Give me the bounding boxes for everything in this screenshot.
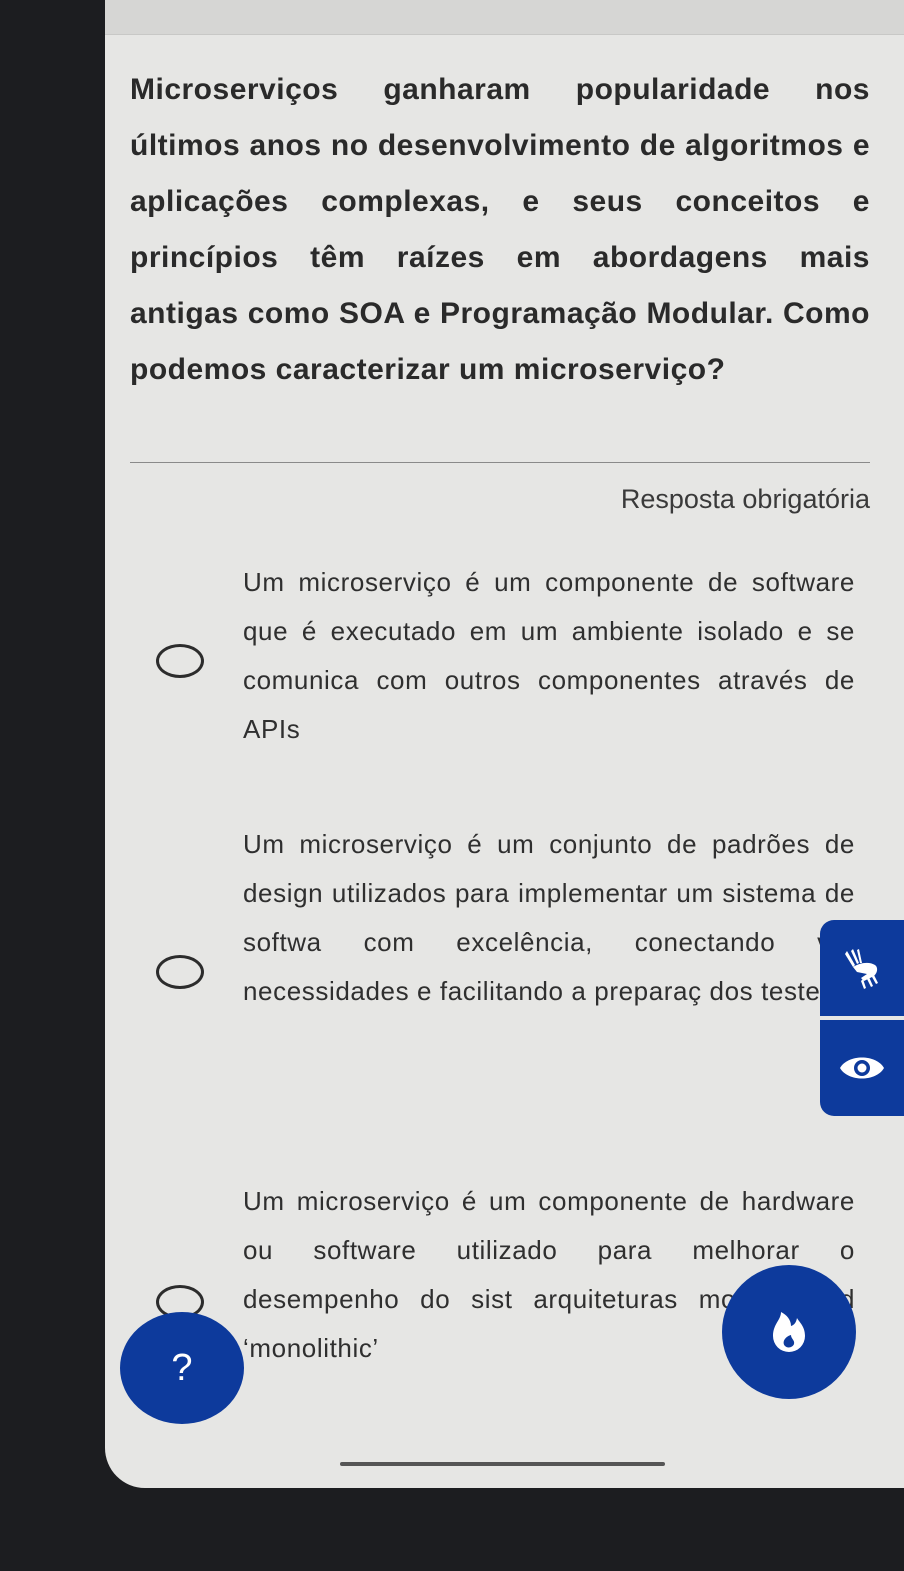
eye-icon <box>840 1057 884 1079</box>
option-label: Um microserviço é um conjunto de padrões… <box>243 829 855 1006</box>
help-icon: ? <box>171 1346 193 1389</box>
option-label: Um microserviço é um componente de softw… <box>243 567 855 744</box>
divider <box>130 462 870 463</box>
visibility-button[interactable] <box>820 1020 904 1116</box>
radio-button[interactable] <box>156 644 204 678</box>
home-indicator <box>340 1462 665 1466</box>
option-2[interactable]: Um microserviço é um conjunto de padrões… <box>130 820 870 1110</box>
help-button[interactable]: ? <box>120 1312 244 1424</box>
question-text: Microserviços ganharam popularidade nos … <box>130 73 870 386</box>
accessibility-panel <box>820 920 904 1116</box>
option-1[interactable]: Um microserviço é um componente de softw… <box>130 558 870 758</box>
radio-button[interactable] <box>156 955 204 989</box>
fire-button[interactable] <box>722 1265 856 1399</box>
sign-language-button[interactable] <box>820 920 904 1016</box>
sign-language-icon <box>845 949 878 989</box>
required-label: Resposta obrigatória <box>620 484 870 514</box>
top-bar <box>105 0 904 35</box>
fire-icon <box>773 1312 805 1352</box>
